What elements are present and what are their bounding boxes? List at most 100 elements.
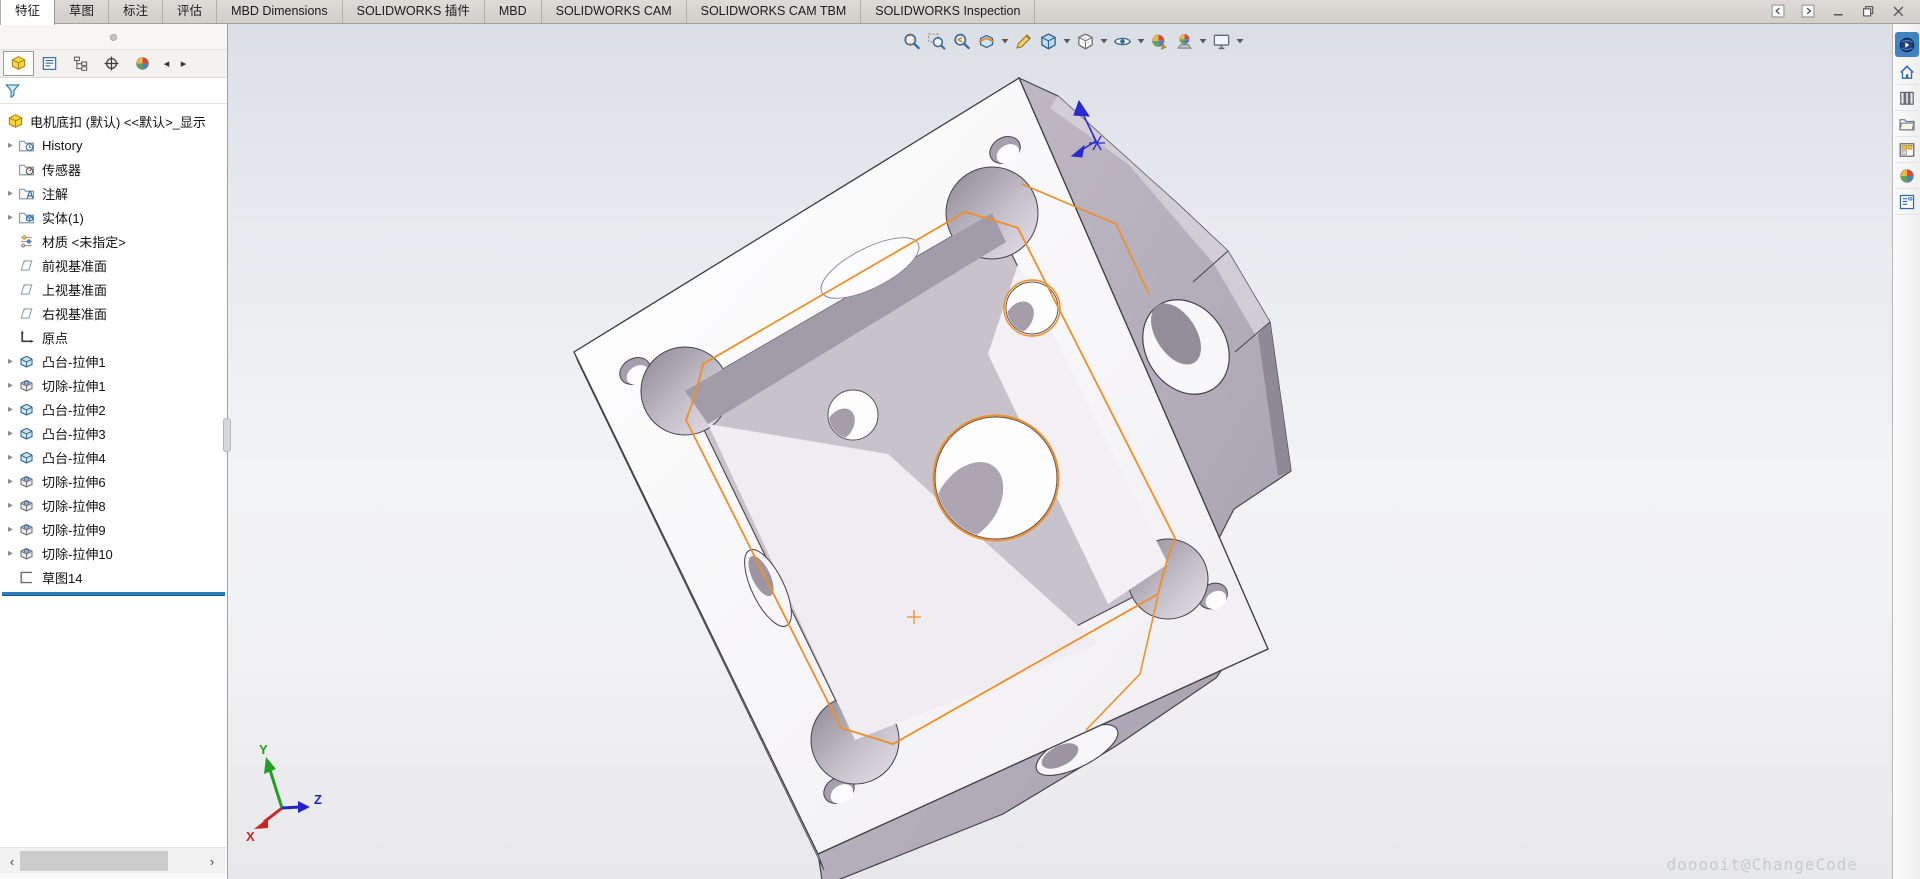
taskpane-design-library-icon[interactable] xyxy=(1894,86,1919,111)
tree-item-annotations[interactable]: ▸ 注解 xyxy=(0,181,227,205)
tree-item-right-plane[interactable]: 右视基准面 xyxy=(0,301,227,325)
tab-markup[interactable]: 标注 xyxy=(109,0,164,23)
tree-item-front-plane[interactable]: 前视基准面 xyxy=(0,253,227,277)
expand-arrow-icon[interactable]: ▸ xyxy=(0,500,16,511)
svg-text:X: X xyxy=(246,829,255,844)
expand-arrow-icon[interactable]: ▸ xyxy=(0,356,16,367)
tab-mbd[interactable]: MBD xyxy=(485,0,542,23)
tree-item-material[interactable]: 材质 <未指定> xyxy=(0,229,227,253)
expand-arrow-icon[interactable]: ▸ xyxy=(0,404,16,415)
tree-item-cut-extrude8[interactable]: ▸ 切除-拉伸8 xyxy=(0,493,227,517)
scroll-right-icon[interactable]: › xyxy=(200,848,224,874)
tab-solidworks-cam[interactable]: SOLIDWORKS CAM xyxy=(542,0,687,23)
panel-tab-featuremanager-tree[interactable] xyxy=(3,51,34,76)
close-button[interactable] xyxy=(1891,4,1906,19)
part-model[interactable]: X Y Z xyxy=(228,24,1892,879)
tree-item-history[interactable]: ▸ History xyxy=(0,133,227,157)
panel-tab-dimxpertmanager[interactable] xyxy=(96,51,127,76)
edit-appearance-button[interactable] xyxy=(1148,30,1171,53)
panel-collapse-strip[interactable] xyxy=(0,24,227,50)
tab-features[interactable]: 特征 xyxy=(0,0,56,25)
expand-arrow-icon[interactable]: ▸ xyxy=(0,188,16,199)
tree-item-sensors[interactable]: 传感器 xyxy=(0,157,227,181)
taskpane-file-explorer-icon[interactable] xyxy=(1894,112,1919,137)
zoom-to-fit-button[interactable] xyxy=(900,30,923,53)
hide-show-items-dropdown-caret[interactable] xyxy=(1136,30,1146,53)
tree-item-boss-extrude3[interactable]: ▸ 凸台-拉伸3 xyxy=(0,421,227,445)
expand-arrow-icon[interactable]: ▸ xyxy=(0,524,16,535)
minimize-button[interactable] xyxy=(1831,4,1846,19)
panel-horizontal-scrollbar[interactable]: ‹ › xyxy=(0,847,226,873)
zoom-to-area-button[interactable] xyxy=(925,30,948,53)
expand-arrow-icon[interactable]: ▸ xyxy=(0,428,16,439)
dynamic-annotation-views-button[interactable] xyxy=(1012,30,1035,53)
previous-view-button[interactable] xyxy=(950,30,973,53)
next-document-button[interactable] xyxy=(1801,4,1816,19)
expand-arrow-icon[interactable]: ▸ xyxy=(0,380,16,391)
panel-splitter[interactable] xyxy=(223,418,231,452)
previous-document-button[interactable] xyxy=(1771,4,1786,19)
tree-item-label: 右视基准面 xyxy=(42,306,108,322)
taskpane-home-icon[interactable] xyxy=(1894,60,1919,85)
tab-solidworks-inspection[interactable]: SOLIDWORKS Inspection xyxy=(861,0,1036,23)
panel-tab-displaymanager[interactable] xyxy=(127,51,158,76)
tree-root-part[interactable]: 电机底扣 (默认) <<默认>_显示 xyxy=(0,109,227,133)
tree-item-boss-extrude2[interactable]: ▸ 凸台-拉伸2 xyxy=(0,397,227,421)
watermark: dooooit@ChangeCode xyxy=(1666,855,1858,874)
tree-item-cut-extrude1[interactable]: ▸ 切除-拉伸1 xyxy=(0,373,227,397)
expand-arrow-icon[interactable]: ▸ xyxy=(0,476,16,487)
view-orientation-dropdown-caret[interactable] xyxy=(1062,30,1072,53)
display-style-dropdown-caret[interactable] xyxy=(1099,30,1109,53)
tab-evaluate[interactable]: 评估 xyxy=(163,0,218,23)
tree-item-boss-extrude4[interactable]: ▸ 凸台-拉伸4 xyxy=(0,445,227,469)
graphics-viewport[interactable]: X Y Z dooooit@ChangeCode xyxy=(228,24,1892,879)
hide-show-items-button[interactable] xyxy=(1111,30,1134,53)
apply-scene-button[interactable] xyxy=(1173,30,1196,53)
cut-icon xyxy=(18,521,36,538)
expand-arrow-icon[interactable]: ▸ xyxy=(0,548,16,559)
expand-arrow-icon[interactable]: ▸ xyxy=(0,212,16,223)
expand-arrow-icon[interactable]: ▸ xyxy=(0,140,16,151)
apply-scene-dropdown-caret[interactable] xyxy=(1198,30,1208,53)
view-orientation-icon xyxy=(1039,32,1058,51)
view-orientation-button[interactable] xyxy=(1037,30,1060,53)
tree-item-solid-bodies[interactable]: ▸ 实体(1) xyxy=(0,205,227,229)
expand-arrow-icon[interactable]: ▸ xyxy=(0,452,16,463)
taskpane-view-palette-icon[interactable] xyxy=(1894,138,1919,163)
tree-item-boss-extrude1[interactable]: ▸ 凸台-拉伸1 xyxy=(0,349,227,373)
display-style-button[interactable] xyxy=(1074,30,1097,53)
tab-mbd-dimensions[interactable]: MBD Dimensions xyxy=(217,0,343,23)
restore-button[interactable] xyxy=(1861,4,1876,19)
view-settings-button[interactable] xyxy=(1210,30,1233,53)
boss-icon xyxy=(18,425,36,442)
view-settings-dropdown-caret[interactable] xyxy=(1235,30,1245,53)
taskpane-globe-icon[interactable] xyxy=(1894,32,1919,57)
panel-tab-configurationmanager[interactable] xyxy=(65,51,96,76)
tree-item-cut-extrude6[interactable]: ▸ 切除-拉伸6 xyxy=(0,469,227,493)
tree-filter-row[interactable] xyxy=(0,78,227,104)
section-view-dropdown-caret[interactable] xyxy=(1000,30,1010,53)
tree-item-origin[interactable]: 原点 xyxy=(0,325,227,349)
tree-item-label: 凸台-拉伸1 xyxy=(42,354,106,370)
tree-item-top-plane[interactable]: 上视基准面 xyxy=(0,277,227,301)
tab-sketch[interactable]: 草图 xyxy=(55,0,110,23)
section-view-button[interactable] xyxy=(975,30,998,53)
panel-tabs-scroll-right[interactable]: ▸ xyxy=(175,53,192,75)
scrollbar-thumb[interactable] xyxy=(20,851,168,871)
panel-tabs-scroll-left[interactable]: ◂ xyxy=(158,53,175,75)
panel-tab-propertymanager[interactable] xyxy=(34,51,65,76)
taskpane-appearances-scenes-icon[interactable] xyxy=(1894,164,1919,189)
tree-item-label: 切除-拉伸10 xyxy=(42,546,113,562)
tab-solidworks-cam-tbm[interactable]: SOLIDWORKS CAM TBM xyxy=(687,0,862,23)
tree-item-sketch14[interactable]: 草图14 xyxy=(0,565,227,589)
tab-solidworks-addins[interactable]: SOLIDWORKS 插件 xyxy=(343,0,485,23)
headsup-view-toolbar xyxy=(900,28,1245,54)
panel-collapse-handle[interactable] xyxy=(110,34,117,41)
taskpane-custom-properties-icon[interactable] xyxy=(1894,190,1919,215)
tree-item-cut-extrude10[interactable]: ▸ 切除-拉伸10 xyxy=(0,541,227,565)
edit-appearance-icon xyxy=(1150,32,1169,51)
rollback-bar[interactable] xyxy=(2,592,225,596)
hide-show-items-icon xyxy=(1113,32,1132,51)
tree-item-cut-extrude9[interactable]: ▸ 切除-拉伸9 xyxy=(0,517,227,541)
boss-icon xyxy=(18,353,36,370)
